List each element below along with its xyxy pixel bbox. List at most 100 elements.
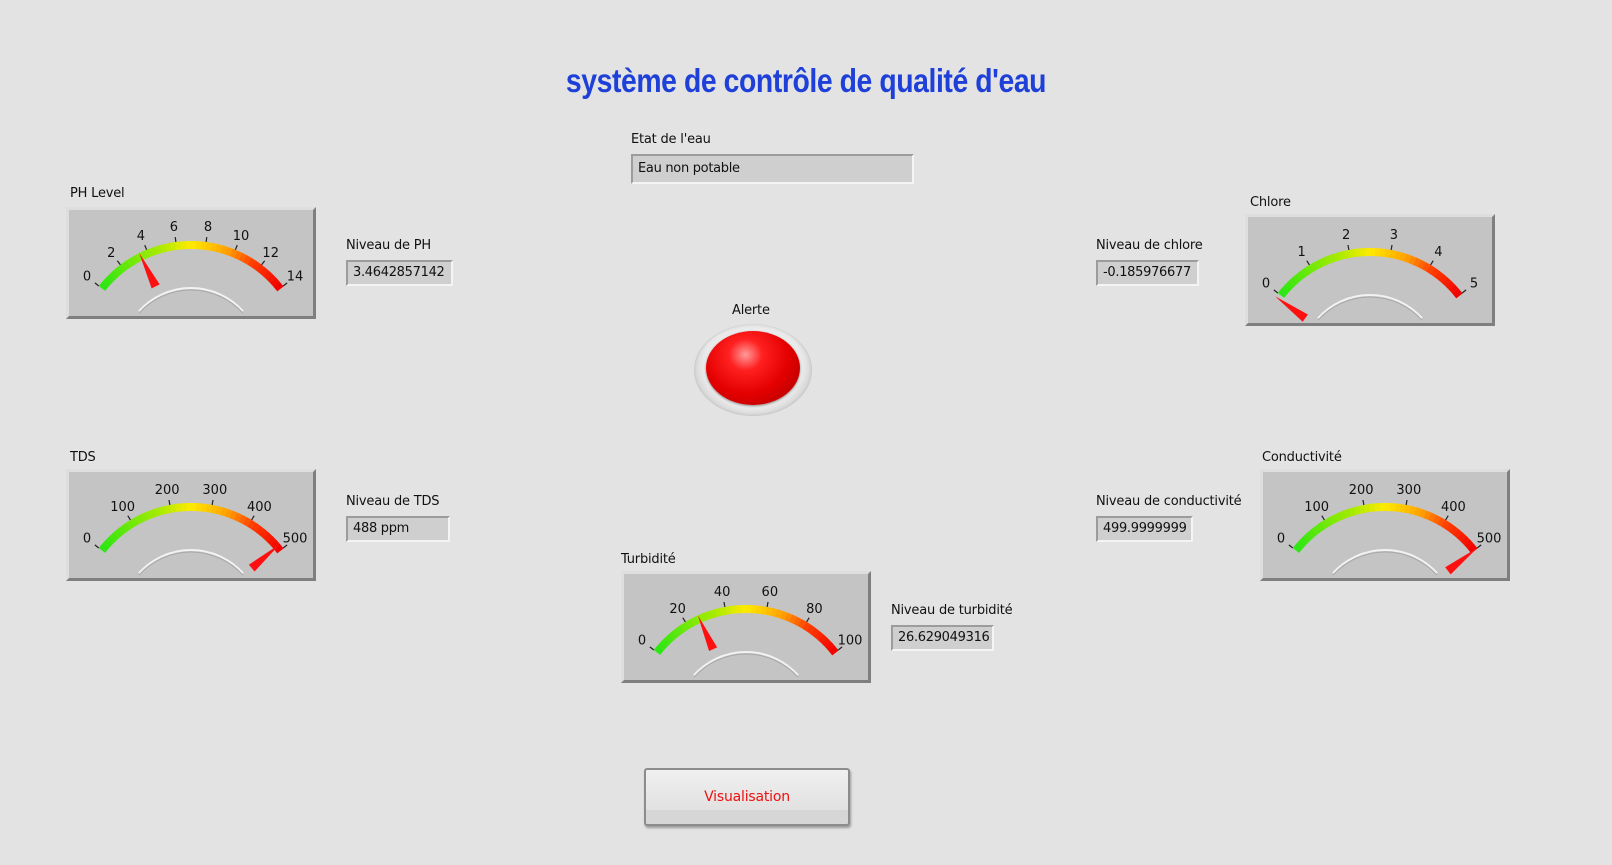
visualisation-button[interactable]: Visualisation: [644, 768, 850, 826]
ph-tick: [174, 236, 177, 243]
turb-tick-label: 20: [669, 602, 686, 617]
ph-scale-segment: [273, 281, 284, 292]
tds-scale-segment: [263, 532, 274, 543]
tds-scale-segment: [102, 539, 112, 550]
alerte-label: Alerte: [732, 303, 770, 318]
ph-tick-label: 2: [107, 246, 115, 261]
turb-scale-segment: [657, 641, 667, 652]
ph-scale-segment: [266, 274, 277, 284]
conduct-gauge: 0 100 200 300 400 500: [1260, 469, 1510, 581]
ph-scale-segment: [210, 242, 218, 252]
turb-gauge: 0 20 40 60 80 100: [621, 571, 871, 683]
conduct-tick: [1288, 544, 1294, 549]
ph-scale-segment: [159, 243, 168, 254]
turb-tick-label: 100: [838, 634, 863, 649]
turb-tick-label: 60: [762, 585, 779, 600]
conduct-scale-segment: [1296, 539, 1306, 550]
tds-scale-segment: [210, 504, 218, 514]
chlore-scale-segment: [1404, 253, 1413, 264]
conduct-scale-segment: [1399, 504, 1407, 513]
conduct-scale-segment: [1423, 510, 1433, 521]
conduct-scale-segment: [1428, 512, 1437, 523]
ph-scale-segment: [98, 281, 109, 291]
turb-scale-segment: [806, 624, 816, 635]
conduct-scale-segment: [1315, 522, 1325, 533]
chlore-scale-segment: [1394, 250, 1403, 261]
tds-scale-segment: [266, 536, 277, 546]
chlore-needle: [1275, 296, 1308, 322]
turb-scale-segment: [793, 616, 803, 627]
conduct-scale-segment: [1449, 525, 1460, 536]
turb-scale-segment: [818, 634, 829, 645]
chlore-scale-segment: [1348, 249, 1356, 258]
chlore-scale-segment: [1417, 259, 1427, 270]
tds-tick: [94, 544, 100, 549]
ph-tick-label: 10: [233, 229, 250, 244]
turb-scale-segment: [730, 605, 737, 615]
tds-scale-segment: [234, 512, 243, 523]
chlore-scale-segment: [1292, 273, 1302, 284]
conduct-gauge-svg: 0 100 200 300 400 500: [1277, 483, 1501, 576]
ph-scale-segment: [175, 241, 182, 251]
conduct-scale-segment: [1307, 528, 1317, 539]
turb-scale-segment: [784, 612, 794, 623]
turb-tick-label: 0: [638, 634, 646, 649]
chlore-tick-label: 1: [1297, 245, 1305, 260]
chlore-readout-label: Niveau de chlore: [1096, 238, 1203, 253]
chlore-gauge-label: Chlore: [1250, 195, 1291, 210]
ph-scale-segment: [270, 277, 281, 288]
chlore-inner-arc: [1317, 294, 1423, 319]
turb-tick: [766, 601, 769, 608]
ph-scale-segment: [229, 248, 239, 259]
chlore-scale-segment: [1323, 255, 1332, 265]
tds-scale-segment: [247, 519, 257, 530]
conduct-scale-segment: [1319, 519, 1330, 530]
ph-tick-label: 8: [204, 220, 212, 235]
turb-scale-segment: [810, 627, 821, 638]
ph-scale-segment: [225, 246, 234, 257]
ph-scale-segment: [164, 242, 172, 252]
tds-gauge-svg: 0 100 200 300 400 500: [83, 483, 307, 576]
tds-tick-label: 200: [155, 483, 180, 498]
chlore-scale-segment: [1343, 249, 1351, 259]
turb-scale-segment: [653, 645, 664, 655]
chlore-scale-segment: [1288, 277, 1299, 287]
ph-tick-label: 6: [170, 220, 178, 235]
chlore-scale-segment: [1408, 255, 1418, 266]
chlore-scale-segment: [1318, 257, 1328, 268]
chlore-scale-segment: [1309, 261, 1319, 272]
tds-tick-label: 100: [110, 500, 135, 515]
chlore-scale-segment: [1304, 264, 1315, 275]
ph-tick-label: 14: [287, 270, 304, 285]
tds-scale-segment: [164, 504, 172, 514]
ph-scale-segment: [154, 245, 163, 255]
conduct-scale-segment: [1333, 512, 1343, 523]
ph-scale-segment: [117, 263, 127, 274]
conduct-scale-segment: [1353, 505, 1362, 516]
conduct-scale-segment: [1303, 532, 1314, 542]
ph-inner-arc: [138, 287, 244, 312]
chlore-scale-segment: [1296, 270, 1306, 281]
turb-scale-segment: [780, 610, 789, 621]
tds-scale-segment: [125, 519, 136, 530]
tds-gauge: 0 100 200 300 400 500: [66, 469, 316, 581]
ph-scale-segment: [130, 254, 140, 265]
conduct-inner-arc-shadow: [1332, 551, 1438, 576]
conduct-scale-segment: [1358, 504, 1366, 514]
chlore-gauge: 0 1 2 3 4 5: [1245, 214, 1495, 326]
tds-scale-segment: [215, 505, 224, 516]
ph-scale-segment: [149, 246, 158, 257]
chlore-scale-segment: [1449, 284, 1460, 295]
conduct-scale-segment: [1338, 510, 1347, 520]
ph-tick-label: 0: [83, 270, 91, 285]
chlore-tick: [1347, 244, 1350, 251]
tds-tick: [211, 499, 214, 506]
ph-scale-segment: [263, 270, 274, 281]
chlore-scale-segment: [1438, 274, 1449, 284]
turb-scale-segment: [672, 627, 682, 638]
ph-scale-segment: [234, 250, 243, 261]
turb-scale-segment: [668, 630, 678, 641]
ph-tick: [94, 282, 100, 287]
etat-label: Etat de l'eau: [631, 132, 711, 147]
ph-tick: [144, 244, 148, 250]
